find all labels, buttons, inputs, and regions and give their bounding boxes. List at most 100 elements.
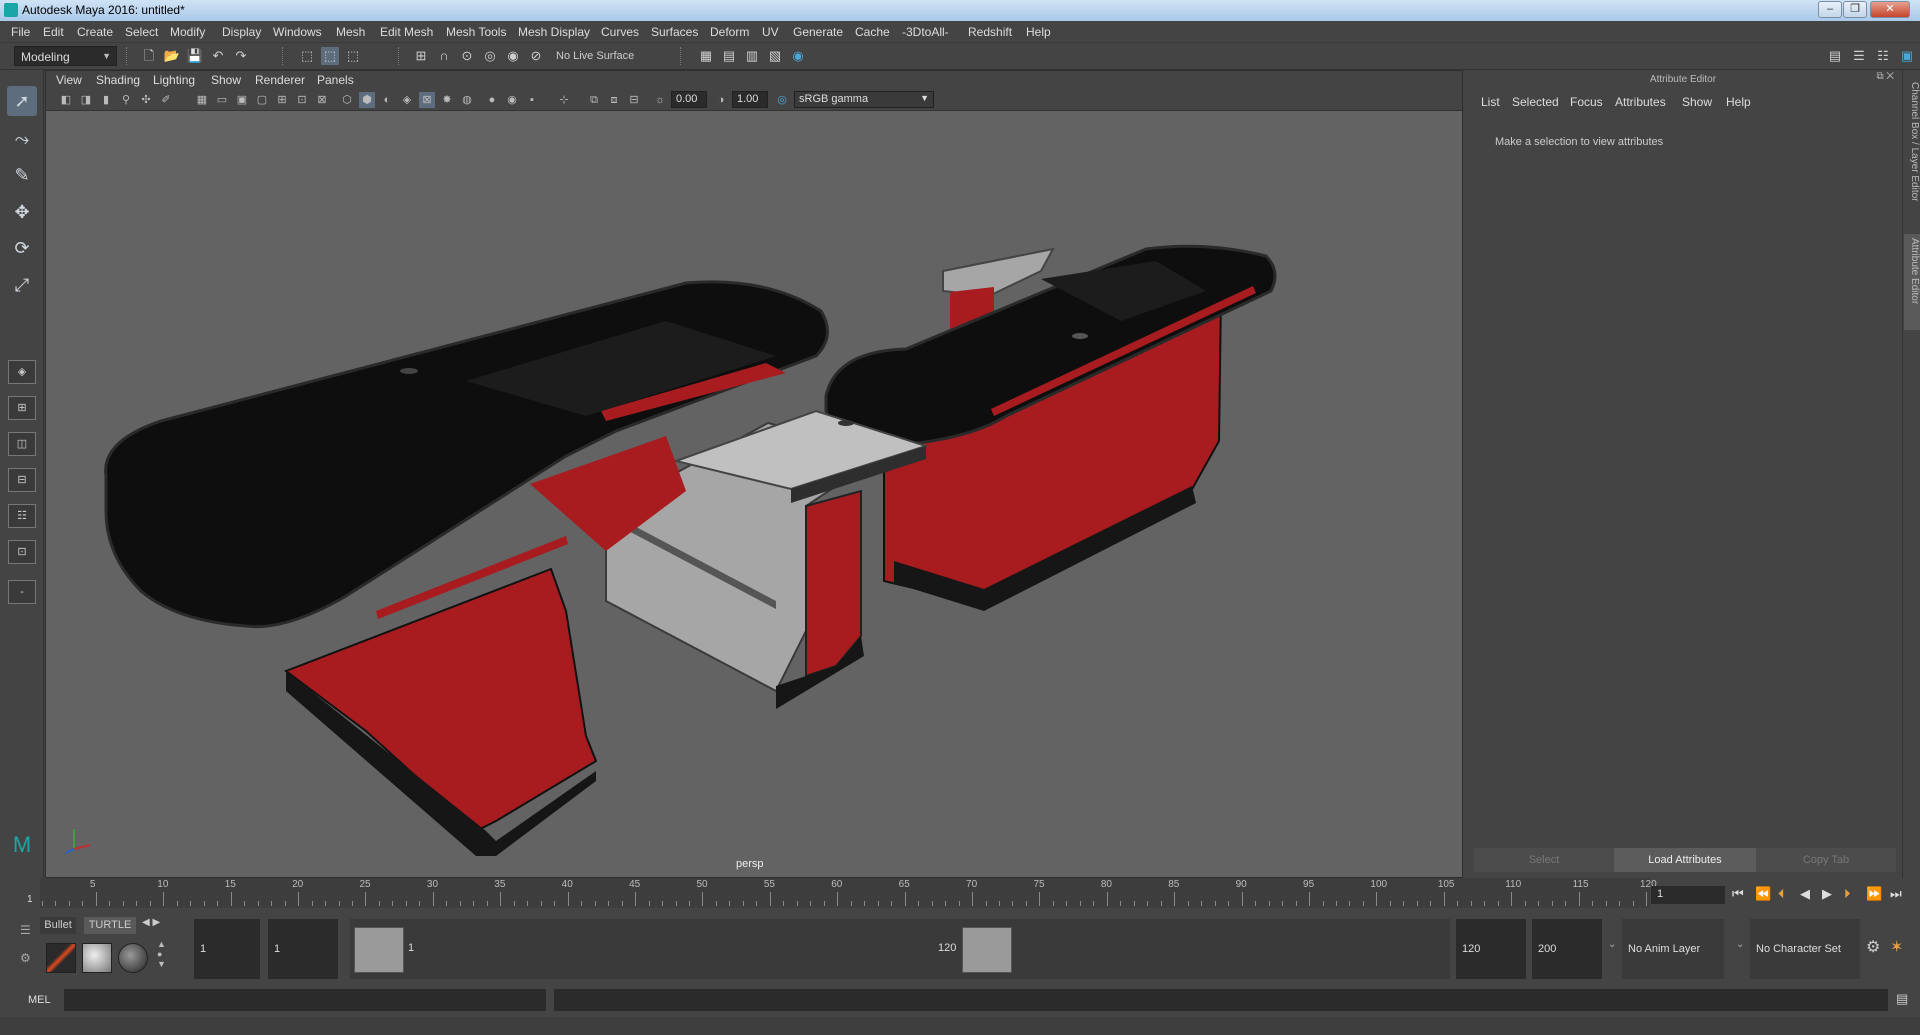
hypershade-layout-icon[interactable]: ⊡ xyxy=(8,540,36,564)
menu-edit-mesh[interactable]: Edit Mesh xyxy=(380,25,433,39)
chevron-down-icon[interactable]: ⌄ xyxy=(1608,939,1616,950)
safe-title-icon[interactable]: ⊠ xyxy=(314,92,330,108)
close-button[interactable]: ✕ xyxy=(1870,1,1910,18)
character-set-dropdown[interactable]: No Character Set xyxy=(1750,919,1860,979)
menu-file[interactable]: File xyxy=(11,25,30,39)
gamma-field[interactable]: 1.00 xyxy=(732,91,768,108)
menu-curves[interactable]: Curves xyxy=(601,25,639,39)
menu-windows[interactable]: Windows xyxy=(273,25,322,39)
new-scene-icon[interactable]: 🗋 xyxy=(140,47,158,65)
outliner-toggle-icon[interactable]: ☰ xyxy=(1850,47,1868,65)
range-start-handle[interactable] xyxy=(354,927,404,973)
menu-uv[interactable]: UV xyxy=(762,25,779,39)
channel-box-tab[interactable]: Channel Box / Layer Editor xyxy=(1904,82,1920,202)
depth-of-field-icon[interactable]: ▪ xyxy=(524,92,540,108)
image-plane-icon[interactable]: ⚲ xyxy=(118,92,134,108)
shelf-scroll-arrows[interactable]: ◀ ▶ xyxy=(142,917,160,928)
four-pane-layout-icon[interactable]: ⊞ xyxy=(8,396,36,420)
step-forward-key-icon[interactable]: ⏩ xyxy=(1866,886,1882,902)
menu-select[interactable]: Select xyxy=(125,25,158,39)
safe-action-icon[interactable]: ⊡ xyxy=(294,92,310,108)
grease-pencil-icon[interactable]: ✐ xyxy=(158,92,174,108)
shelf-arrows-icon[interactable]: ▲ ● ▼ xyxy=(157,939,166,969)
playback-end-field[interactable]: 120 xyxy=(1456,919,1526,979)
ae-copy-tab-button[interactable]: Copy Tab xyxy=(1756,848,1896,872)
motion-blur-icon[interactable]: ● xyxy=(484,92,500,108)
menu-redshift[interactable]: Redshift xyxy=(968,25,1012,39)
ae-select-button[interactable]: Select xyxy=(1474,848,1614,872)
checkout-counter-right[interactable] xyxy=(824,244,1277,611)
maximize-button[interactable]: ❐ xyxy=(1843,1,1867,18)
gate-mask-icon[interactable]: ▢ xyxy=(254,92,270,108)
undo-icon[interactable]: ↶ xyxy=(209,47,227,65)
menu-3dtoall[interactable]: -3DtoAll- xyxy=(902,25,949,39)
wireframe-icon[interactable]: ⬡ xyxy=(339,92,355,108)
anim-layer-dropdown[interactable]: No Anim Layer xyxy=(1622,919,1724,979)
attribute-editor-tab[interactable]: Attribute Editor xyxy=(1904,234,1920,330)
play-forwards-icon[interactable]: ▶ xyxy=(1822,886,1832,902)
isolate-select-icon[interactable]: ⊹ xyxy=(556,92,572,108)
current-frame-field[interactable]: 1 xyxy=(1651,886,1725,904)
command-input[interactable] xyxy=(64,989,546,1011)
ae-menu-selected[interactable]: Selected xyxy=(1512,95,1559,109)
play-backwards-icon[interactable]: ◀ xyxy=(1800,886,1810,902)
camera-attr-icon[interactable]: ◨ xyxy=(78,92,94,108)
turtle-bake-icon[interactable] xyxy=(82,943,112,973)
snap-together-icon[interactable]: ⊘ xyxy=(527,47,545,65)
grid-icon[interactable]: ▦ xyxy=(194,92,210,108)
time-slider[interactable]: 5 10 15 20 25 30 35 40 45 50 55 60 65 70 75 80 85 90 95 100… xyxy=(0,878,1920,913)
single-pane-layout-icon[interactable]: ◈ xyxy=(8,360,36,384)
vp-menu-lighting[interactable]: Lighting xyxy=(153,73,195,87)
viewport-panel[interactable]: View Shading Lighting Show Renderer Pane… xyxy=(45,70,1463,878)
view-transform-dropdown[interactable]: sRGB gamma ▼ xyxy=(794,91,934,108)
open-scene-icon[interactable]: 📂 xyxy=(163,47,181,65)
save-scene-icon[interactable]: 💾 xyxy=(186,47,204,65)
select-tool-icon[interactable]: ➚ xyxy=(7,86,37,116)
time-slider-track[interactable]: 5 10 15 20 25 30 35 40 45 50 55 60 65 70 75 80 85 90 95 100… xyxy=(40,878,1657,908)
custom-layout-icon[interactable]: - xyxy=(8,580,36,604)
select-object-icon[interactable]: ⬚ xyxy=(321,47,339,65)
wireframe-on-shaded-icon[interactable]: ◐ xyxy=(379,92,395,108)
render-view-icon[interactable]: ▤ xyxy=(720,47,738,65)
scale-tool-icon[interactable]: ⤢ xyxy=(7,270,37,300)
anim-start-field[interactable]: 1 xyxy=(194,919,260,979)
xray-icon[interactable]: ⧉ xyxy=(586,92,602,108)
two-pane-layout-icon[interactable]: ◫ xyxy=(8,432,36,456)
menu-deform[interactable]: Deform xyxy=(710,25,749,39)
bookmark-icon[interactable]: ▮ xyxy=(98,92,114,108)
menu-mesh-display[interactable]: Mesh Display xyxy=(518,25,590,39)
menu-modify[interactable]: Modify xyxy=(170,25,205,39)
step-forward-frame-icon[interactable]: ⏵ xyxy=(1844,886,1851,902)
ae-menu-help[interactable]: Help xyxy=(1726,95,1751,109)
menu-create[interactable]: Create xyxy=(77,25,113,39)
menu-edit[interactable]: Edit xyxy=(43,25,64,39)
exposure-field[interactable]: 0.00 xyxy=(671,91,707,108)
modeling-toolkit-icon[interactable]: ▤ xyxy=(1826,47,1844,65)
menu-mesh-tools[interactable]: Mesh Tools xyxy=(446,25,506,39)
step-back-frame-icon[interactable]: ⏴ xyxy=(1778,886,1785,902)
script-language-label[interactable]: MEL xyxy=(28,994,51,1006)
vp-menu-panels[interactable]: Panels xyxy=(317,73,354,87)
scene-3d-view[interactable] xyxy=(46,111,1462,877)
preferences-icon[interactable]: ✶ xyxy=(1890,937,1903,957)
menu-mesh[interactable]: Mesh xyxy=(336,25,365,39)
exposure-icon[interactable]: ☼ xyxy=(652,92,668,108)
shadows-icon[interactable]: ✸ xyxy=(439,92,455,108)
lasso-tool-icon[interactable]: ⤳ xyxy=(7,124,37,154)
redo-icon[interactable]: ↷ xyxy=(232,47,250,65)
turtle-render-icon[interactable] xyxy=(46,943,76,973)
channel-box-toggle-icon[interactable]: ▣ xyxy=(1898,47,1916,65)
go-to-start-icon[interactable]: ⏮ xyxy=(1732,886,1744,902)
range-end-handle[interactable] xyxy=(962,927,1012,973)
vp-menu-view[interactable]: View xyxy=(56,73,82,87)
screen-ao-icon[interactable]: ◍ xyxy=(459,92,475,108)
menu-cache[interactable]: Cache xyxy=(855,25,890,39)
graph-layout-icon[interactable]: ☷ xyxy=(8,504,36,528)
ae-menu-show[interactable]: Show xyxy=(1682,95,1712,109)
vp-menu-renderer[interactable]: Renderer xyxy=(255,73,305,87)
field-chart-icon[interactable]: ⊞ xyxy=(274,92,290,108)
film-gate-icon[interactable]: ▭ xyxy=(214,92,230,108)
textured-icon[interactable]: ◈ xyxy=(399,92,415,108)
ae-menu-list[interactable]: List xyxy=(1481,95,1500,109)
rotate-tool-icon[interactable]: ⟳ xyxy=(7,233,37,263)
